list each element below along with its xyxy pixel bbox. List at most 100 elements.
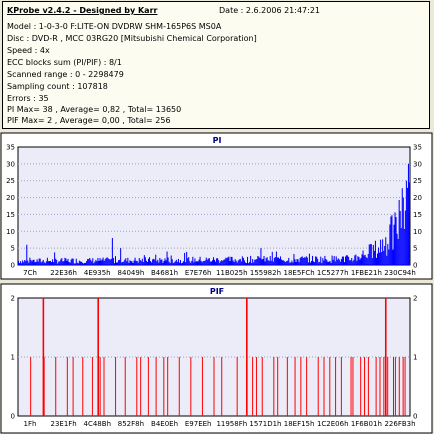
x-tick-label: 226FB3h <box>384 420 415 428</box>
pi-bar <box>359 259 361 265</box>
pi-bar <box>372 245 374 265</box>
pi-bar <box>142 261 144 265</box>
pi-bar <box>25 260 27 265</box>
pi-bar <box>104 259 106 265</box>
pi-bar <box>101 259 103 265</box>
pi-bar <box>70 259 72 265</box>
pi-bar <box>60 259 62 265</box>
pi-bar <box>366 258 368 265</box>
pi-bar <box>224 259 226 265</box>
pi-bar <box>150 261 152 265</box>
pi-bar <box>382 239 384 265</box>
pi-bar <box>118 260 120 265</box>
pi-bar <box>304 257 306 265</box>
pi-bar <box>98 260 100 265</box>
y-tick-right: 35 <box>413 144 422 152</box>
x-tick-label: 230C94h <box>384 269 416 277</box>
x-tick-label: 22E36h <box>50 269 77 277</box>
pi-bar <box>229 261 231 265</box>
pi-bar <box>157 259 159 265</box>
pi-bar <box>139 259 141 265</box>
pi-bar <box>408 182 410 265</box>
pi-bar <box>361 254 363 265</box>
pi-bar <box>76 262 78 265</box>
pi-bar <box>340 258 342 265</box>
pi-bar <box>125 258 127 265</box>
pi-bar <box>266 257 268 265</box>
pi-bar <box>351 258 353 265</box>
pi-bar <box>203 261 205 265</box>
pi-bar <box>174 261 176 265</box>
pi-bar <box>151 262 153 265</box>
pi-bar <box>365 257 367 265</box>
pi-bar <box>272 261 274 265</box>
pi-bar <box>370 244 372 265</box>
pi-bar <box>182 262 184 265</box>
pi-bar <box>131 261 133 265</box>
pi-bar <box>51 262 53 265</box>
x-tick-label: 1F6B01h <box>351 420 382 428</box>
pi-bar <box>35 261 37 265</box>
pi-bar <box>138 257 140 265</box>
y-tick-left: 30 <box>6 160 15 168</box>
pi-bar <box>160 259 162 265</box>
pi-bar <box>184 252 186 265</box>
pi-bar <box>211 260 213 265</box>
pi-bar <box>280 256 282 265</box>
pi-bar <box>216 258 218 265</box>
pi-bar <box>43 262 45 265</box>
pi-bar <box>257 256 259 265</box>
pi-bar <box>30 259 32 265</box>
pi-bar <box>88 259 90 265</box>
pi-bar <box>230 256 232 265</box>
pi-bar <box>75 258 77 265</box>
pi-bar <box>176 261 178 265</box>
pi-bar <box>127 257 129 265</box>
pi-bar <box>52 259 54 265</box>
pi-bar <box>249 261 251 265</box>
pi-bar <box>258 256 260 265</box>
pi-bar <box>240 261 242 265</box>
pi-bar <box>65 258 67 265</box>
pi-bar <box>190 262 192 265</box>
pi-bar <box>128 262 130 265</box>
pi-bar <box>204 260 206 265</box>
pi-bar <box>278 258 281 265</box>
pi-bar <box>296 259 298 265</box>
pi-bar <box>237 260 239 265</box>
pi-bar <box>260 248 262 265</box>
pi-bar <box>335 256 337 265</box>
pi-bar <box>273 257 275 265</box>
pi-bar <box>327 262 329 265</box>
pi-bar <box>378 247 380 265</box>
pi-bar <box>256 259 258 265</box>
pi-bar <box>381 252 383 265</box>
pi-bar <box>180 263 183 265</box>
y-tick-left: 35 <box>6 144 15 152</box>
pi-bar <box>175 259 177 265</box>
pi-bar <box>129 260 131 265</box>
pi-bar <box>276 257 278 265</box>
pi-bar <box>286 261 288 265</box>
pi-bar <box>172 262 174 265</box>
x-tick-label: 18EF15h <box>284 420 315 428</box>
pi-bar <box>389 224 391 265</box>
pi-bar <box>353 259 355 265</box>
pi-bar <box>144 257 146 265</box>
pi-bar <box>255 259 257 265</box>
pi-bar <box>107 258 109 265</box>
pi-bar <box>55 258 57 265</box>
pi-bar <box>146 262 148 265</box>
model-line: Model : 1-0-3-0 F:LITE-ON DVDRW SHM-165P… <box>7 22 222 31</box>
pi-bar <box>226 258 228 265</box>
pi-bar <box>236 262 238 265</box>
pi-bar <box>316 256 318 265</box>
x-tick-label: 11B025h <box>216 269 248 277</box>
x-tick-label: 18E5FCh <box>284 269 315 277</box>
pi-bar <box>44 263 46 265</box>
pi-bar <box>325 258 327 265</box>
sampling-count-line: Sampling count : 107818 <box>7 82 108 91</box>
pi-bar <box>371 258 373 265</box>
pi-bar <box>323 260 325 265</box>
pi-bar <box>268 260 270 265</box>
